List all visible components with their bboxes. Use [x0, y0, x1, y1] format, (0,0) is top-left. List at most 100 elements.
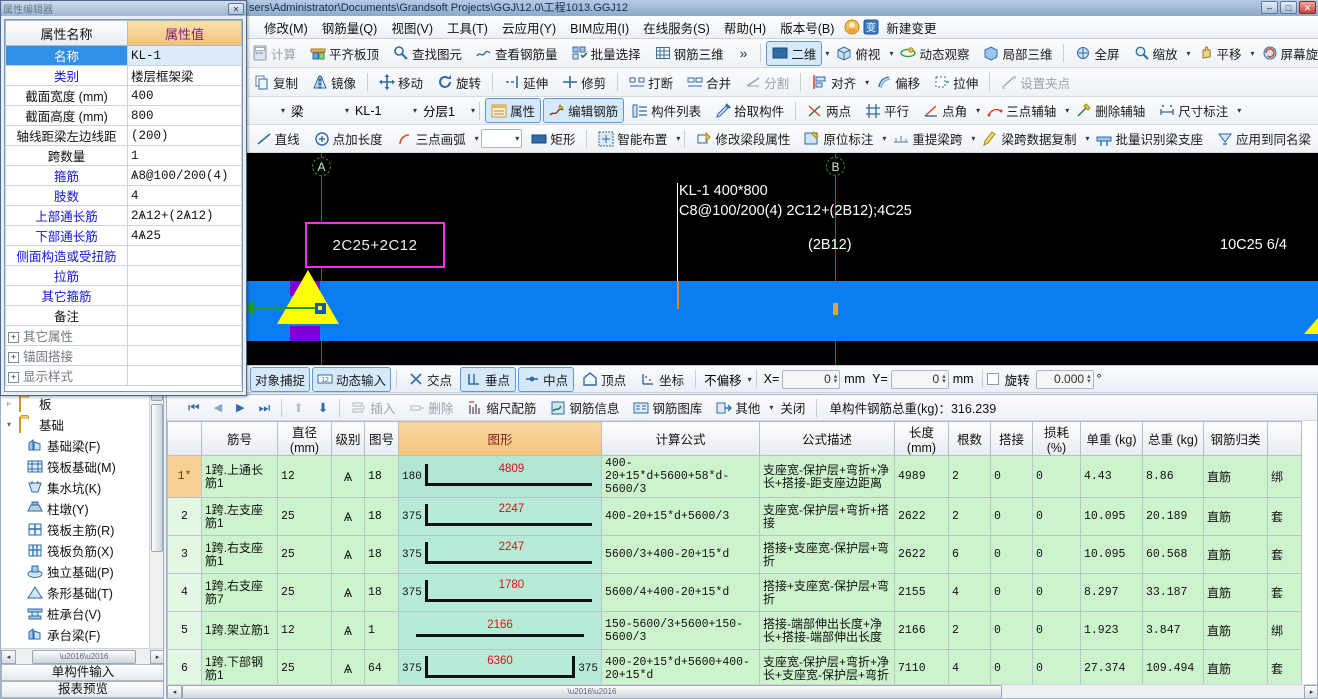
rebar-diameter[interactable]: 25: [277, 497, 332, 536]
point-angle-caret-icon[interactable]: ▾: [976, 106, 980, 115]
offset-mode-value[interactable]: 不偏移: [700, 370, 746, 389]
expand-plus-icon[interactable]: +: [8, 332, 19, 344]
rebar-category[interactable]: 直筋: [1203, 455, 1268, 498]
rebar-total-weight-cell[interactable]: 109.494: [1142, 649, 1204, 684]
property-value[interactable]: 4Ѧ25: [127, 225, 242, 246]
rebar-extra[interactable]: 绑: [1267, 611, 1302, 650]
single-component-input-button[interactable]: 单构件输入: [1, 664, 163, 681]
maximize-button[interactable]: □: [1280, 1, 1297, 14]
rebar-formula-desc[interactable]: 支座宽-保护层+弯折+搭接: [759, 497, 895, 536]
delete-axis-button[interactable]: 删除辅轴: [1070, 98, 1151, 123]
tree-horizontal-scrollbar[interactable]: ◂ \u2016\u2016 ▸: [1, 648, 163, 664]
insitu-mark-caret-icon[interactable]: ▾: [882, 134, 886, 143]
tree-expand-arrow-icon[interactable]: ▾: [7, 420, 19, 429]
rebar-length[interactable]: 2622: [894, 535, 949, 574]
rebar-count[interactable]: 2: [948, 497, 991, 536]
tree-hscroll-right-button[interactable]: ▸: [150, 649, 163, 664]
rebar-formula-desc[interactable]: 支座宽-保护层+弯折+净长+搭接-距支座边距离: [759, 455, 895, 498]
property-row[interactable]: 类别 楼层框架梁: [5, 65, 242, 86]
rebar-grade[interactable]: Ѧ: [331, 611, 365, 650]
rebar-formula[interactable]: 150-5600/3+5600+150-5600/3: [601, 611, 760, 650]
tree-hscroll-thumb[interactable]: \u2016\u2016: [32, 649, 136, 664]
axis-bubble-a[interactable]: A: [312, 157, 331, 176]
rebar-formula-desc[interactable]: 搭接+支座宽-保护层+弯折: [759, 573, 895, 612]
property-value[interactable]: (200): [127, 125, 242, 146]
y-input[interactable]: 0 ▴ ▾: [890, 369, 949, 389]
scale-rebar-button[interactable]: 缩尺配筋: [461, 395, 542, 420]
menu-item-help[interactable]: 帮助(H): [717, 16, 773, 39]
last-row-button[interactable]: ⏭: [253, 397, 277, 419]
grid-header-14[interactable]: 钢筋归类: [1203, 421, 1268, 456]
property-group-row[interactable]: + 显示样式: [5, 365, 242, 386]
smart-layout-button[interactable]: 智能布置: [592, 126, 673, 151]
property-value[interactable]: 800: [127, 105, 242, 126]
tree-item-9[interactable]: 条形基础(T): [1, 582, 149, 603]
table-row[interactable]: 4 1跨.右支座筋7 25 Ѧ 18 375 1780 5600/4+400-20+15*d 搭…: [167, 573, 1302, 612]
rebar-drawing-no[interactable]: 18: [364, 535, 399, 574]
point-angle-button[interactable]: 点角: [917, 98, 973, 123]
point-length-button[interactable]: 点加长度: [308, 126, 389, 151]
property-row[interactable]: 上部通长筋 2Ѧ12+(2Ѧ12): [5, 205, 242, 226]
rebar-length[interactable]: 4989: [894, 455, 949, 498]
rebar-shape-cell[interactable]: 375 2247: [398, 497, 602, 536]
parallel-button[interactable]: 平行: [859, 98, 915, 123]
grid-header-11[interactable]: 损耗 (%): [1032, 421, 1081, 456]
trim-button[interactable]: 修剪: [556, 70, 612, 95]
grid-hscroll-track[interactable]: \u2016\u2016: [182, 684, 1304, 698]
rebar-info-button[interactable]: 钢筋信息: [544, 395, 625, 420]
grid-hscroll-thumb[interactable]: \u2016\u2016: [182, 684, 1002, 698]
rebar-drawing-no[interactable]: 18: [364, 497, 399, 536]
menu-item-bim[interactable]: BIM应用(I): [563, 16, 636, 39]
tree-item-5[interactable]: 柱墩(Y): [1, 498, 149, 519]
property-row[interactable]: 名称 KL-1: [5, 45, 242, 66]
property-value[interactable]: [127, 265, 242, 286]
draw-mode-combo[interactable]: ▾: [480, 129, 523, 148]
property-value[interactable]: 4: [127, 185, 242, 206]
property-row[interactable]: 侧面构造或受扭筋: [5, 245, 242, 266]
view-rebar-button[interactable]: 查看钢筋量: [470, 41, 564, 66]
mirror-button[interactable]: 镜像: [306, 70, 362, 95]
rebar-lap[interactable]: 0: [990, 497, 1033, 536]
smart-layout-caret-icon[interactable]: ▾: [676, 134, 680, 143]
menu-item-tools[interactable]: 工具(T): [440, 16, 495, 39]
first-row-button[interactable]: ⏮: [182, 397, 206, 419]
rebar-loss[interactable]: 0: [1032, 649, 1081, 684]
property-row[interactable]: 箍筋 Ѧ8@100/200(4): [5, 165, 242, 186]
tree-item-2[interactable]: 基础梁(F): [1, 435, 149, 456]
layer-extra-caret-icon[interactable]: ▾: [471, 106, 475, 115]
find-element-button[interactable]: 查找图元: [387, 41, 468, 66]
fullscreen-button[interactable]: 全屏: [1069, 41, 1125, 66]
y-spinner-icon[interactable]: ▴ ▾: [942, 373, 946, 385]
rotate-button[interactable]: 旋转: [431, 70, 487, 95]
rotate-input[interactable]: 0.000 ▴ ▾: [1035, 369, 1094, 389]
extend-button[interactable]: 延伸: [498, 70, 554, 95]
rebar-lap[interactable]: 0: [990, 455, 1033, 498]
property-value[interactable]: [127, 285, 242, 306]
close-button[interactable]: ✕: [1299, 1, 1316, 14]
topview-button[interactable]: 俯视: [830, 41, 886, 66]
rebar-category[interactable]: 直筋: [1203, 535, 1268, 574]
edit-beam-seg-button[interactable]: 修改梁段属性: [690, 126, 796, 151]
property-row[interactable]: 截面宽度 (mm) 400: [5, 85, 242, 106]
property-group-row[interactable]: + 锚固搭接: [5, 345, 242, 366]
rebar-count[interactable]: 2: [948, 611, 991, 650]
other-caret-icon[interactable]: ▾: [769, 403, 773, 412]
rebar-category[interactable]: 直筋: [1203, 611, 1268, 650]
move-down-button[interactable]: ⬇: [312, 397, 334, 418]
minimize-button[interactable]: –: [1261, 1, 1278, 14]
grid-header-15[interactable]: [1267, 421, 1302, 456]
rebar-shape-cell[interactable]: 180 4809: [398, 455, 602, 498]
user-avatar-icon[interactable]: [844, 19, 860, 35]
align-button[interactable]: 对齐: [806, 70, 862, 95]
property-group-key[interactable]: + 锚固搭接: [5, 345, 128, 366]
object-snap-button[interactable]: 对象捕捉: [250, 366, 311, 392]
property-value[interactable]: 楼层框架梁: [127, 65, 242, 86]
tree-item-3[interactable]: 筏板基础(M): [1, 456, 149, 477]
rebar-diameter[interactable]: 25: [277, 573, 332, 612]
rebar-total-weight-cell[interactable]: 20.189: [1142, 497, 1204, 536]
rebar-formula-desc[interactable]: 支座宽-保护层+弯折+净长+支座宽-保护层+弯折: [759, 649, 895, 684]
grid-header-4[interactable]: 图号: [364, 421, 399, 456]
tree-folder-1[interactable]: ▾ 基础: [1, 414, 149, 435]
apply-same-beam-button[interactable]: 应用到同名梁: [1211, 126, 1317, 151]
calc-button[interactable]: 计算: [246, 41, 302, 66]
